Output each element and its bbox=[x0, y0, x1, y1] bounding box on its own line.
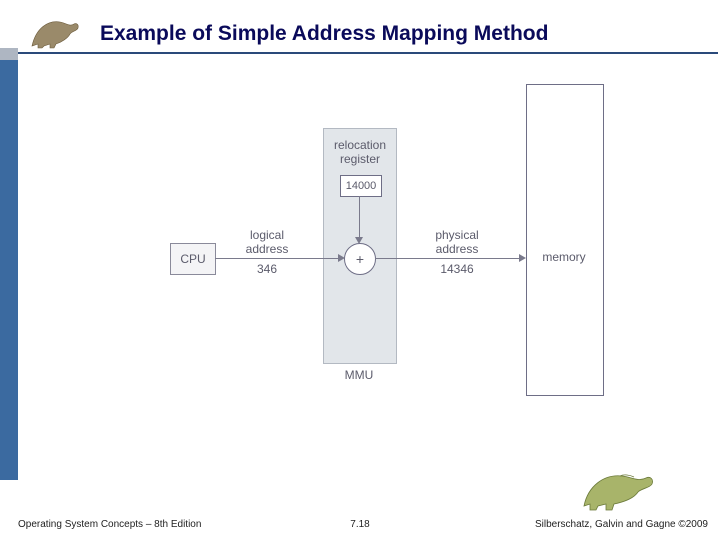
cpu-box: CPU bbox=[170, 243, 216, 275]
plus-symbol: + bbox=[356, 251, 364, 267]
physical-label-line2: address bbox=[422, 242, 492, 256]
physical-value: 14346 bbox=[422, 262, 492, 276]
arrow-reg-to-adder bbox=[359, 196, 360, 238]
memory-box bbox=[526, 84, 604, 396]
arrow-adder-to-memory bbox=[375, 258, 520, 259]
slide-title: Example of Simple Address Mapping Method bbox=[100, 22, 548, 46]
title-underline bbox=[18, 52, 718, 54]
relocation-register-box: 14000 bbox=[340, 175, 382, 197]
logical-value: 346 bbox=[232, 262, 302, 276]
sidebar-accent bbox=[0, 60, 18, 480]
arrow-reg-to-adder-head-icon bbox=[355, 237, 363, 244]
footer-copyright: Silberschatz, Galvin and Gagne ©2009 bbox=[535, 519, 708, 530]
cpu-label: CPU bbox=[180, 252, 205, 266]
adder-circle: + bbox=[344, 243, 376, 275]
physical-label-line1: physical bbox=[422, 228, 492, 242]
address-mapping-diagram: CPU relocation register 14000 + memory M… bbox=[170, 110, 650, 400]
mmu-label: MMU bbox=[323, 368, 395, 382]
relocation-label-line1: relocation bbox=[328, 138, 392, 152]
memory-label: memory bbox=[526, 250, 602, 264]
relocation-label-line2: register bbox=[328, 152, 392, 166]
arrow-adder-to-memory-head-icon bbox=[519, 254, 526, 262]
logical-label-line2: address bbox=[232, 242, 302, 256]
arrow-cpu-to-adder-head-icon bbox=[338, 254, 345, 262]
relocation-value: 14000 bbox=[346, 180, 377, 192]
sidebar-accent-top bbox=[0, 48, 18, 60]
logo-dinosaur-large-icon bbox=[580, 466, 660, 512]
arrow-cpu-to-adder bbox=[215, 258, 338, 259]
logo-dinosaur-small-icon bbox=[26, 14, 86, 50]
logical-label-line1: logical bbox=[232, 228, 302, 242]
